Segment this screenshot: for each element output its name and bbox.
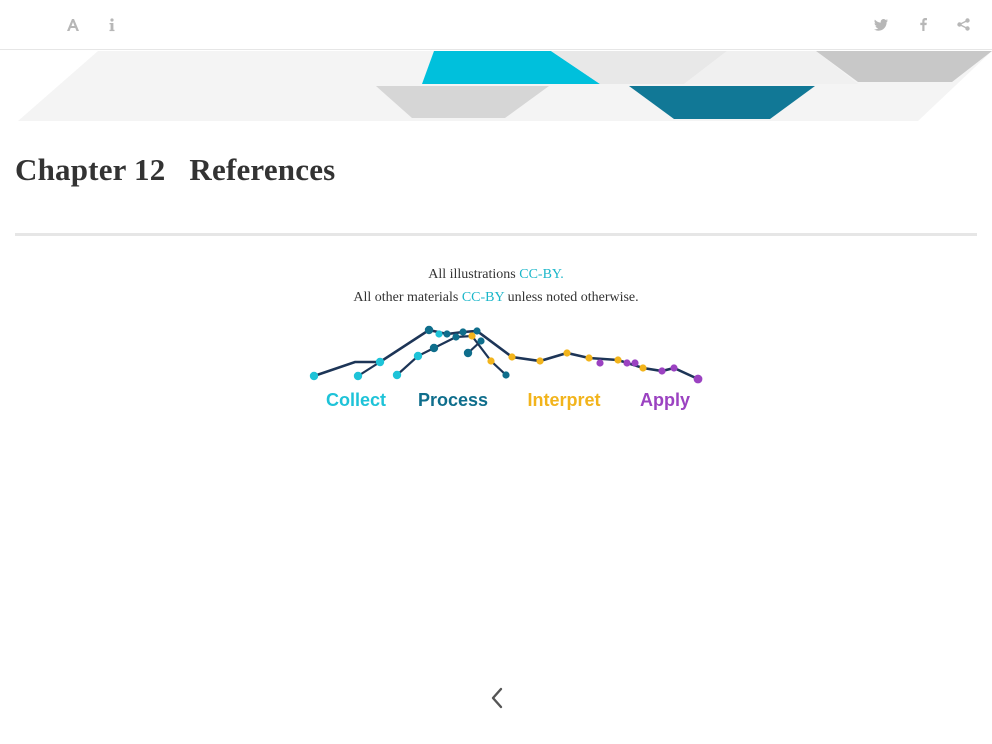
logo-label-process: Process — [418, 390, 488, 410]
chapter-name: References — [189, 152, 336, 187]
license-text: All other materials — [353, 290, 462, 305]
share-icon[interactable] — [945, 0, 981, 49]
facebook-icon[interactable] — [905, 0, 941, 49]
illustrations-license: All illustrations CC-BY. — [0, 266, 992, 284]
collect-dots — [309, 330, 443, 381]
chevron-left-icon — [491, 687, 503, 709]
previous-page-button[interactable] — [484, 684, 510, 712]
collect-process-interpret-apply-logo: Collect Process Interpret Apply — [309, 325, 703, 410]
twitter-icon[interactable] — [863, 0, 899, 49]
materials-license: All other materials CC-BY unless noted o… — [0, 289, 992, 307]
logo-label-interpret: Interpret — [527, 390, 600, 410]
info-icon[interactable] — [94, 0, 130, 49]
book-toolbar — [0, 0, 992, 50]
logo-label-collect: Collect — [326, 390, 386, 410]
title-divider — [15, 233, 977, 236]
apply-dots — [596, 359, 703, 384]
chapter-title: Chapter 12 References — [15, 152, 335, 188]
font-settings-icon[interactable] — [55, 0, 91, 49]
license-text: All illustrations — [428, 267, 520, 282]
cc-by-link-illustrations[interactable]: CC-BY. — [519, 267, 563, 282]
chapter-banner — [18, 51, 992, 121]
cc-by-link-materials[interactable]: CC-BY — [462, 290, 504, 305]
chapter-number: Chapter 12 — [15, 152, 166, 187]
logo-label-apply: Apply — [640, 390, 690, 410]
license-text: unless noted otherwise. — [504, 290, 639, 305]
